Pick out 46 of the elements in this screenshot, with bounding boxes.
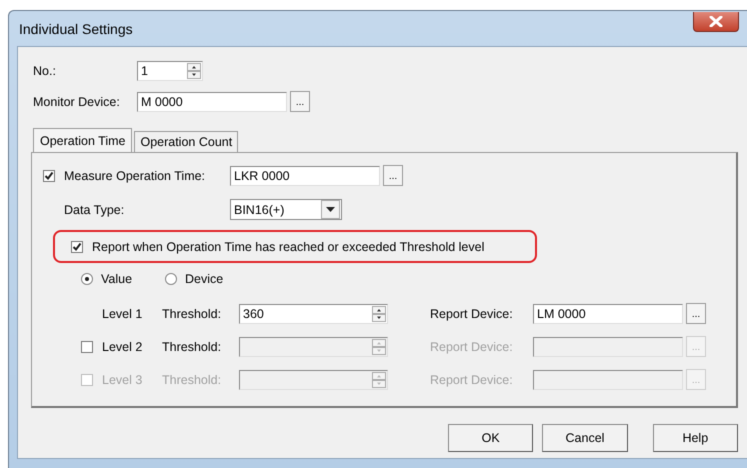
threshold-label: Threshold: [162, 306, 222, 320]
report-device-field[interactable]: LM 0000 [533, 304, 683, 324]
browse-button[interactable]: ... [290, 91, 310, 112]
threshold-label: Threshold: [162, 372, 222, 386]
threshold-spinbox[interactable] [239, 370, 388, 390]
checkbox[interactable] [81, 340, 93, 352]
tab[interactable]: Operation Count [134, 131, 238, 152]
monitor-device-field[interactable]: M 0000 [137, 92, 287, 112]
report-option-label: Report when Operation Time has reached or exceeded Threshold level [92, 240, 484, 254]
browse-button[interactable]: ... [383, 165, 403, 186]
number-label: No.: [33, 64, 57, 78]
radio-button[interactable] [81, 273, 93, 285]
measure-operation-time-field[interactable]: LKR 0000 [230, 166, 380, 186]
report-device-label: Report Device: [430, 340, 514, 354]
threshold-spinbox[interactable]: 360 [239, 304, 388, 324]
level-label: Level 2 [102, 340, 144, 354]
radio-button[interactable] [165, 273, 177, 285]
checkbox[interactable] [71, 240, 83, 252]
dialog-button[interactable]: Help [652, 424, 738, 452]
close-icon [709, 16, 723, 26]
data-type-label: Data Type: [64, 202, 126, 216]
report-device-label: Report Device: [430, 372, 514, 386]
measure-operation-time-label: Measure Operation Time: [64, 168, 206, 182]
radio-label: Device [185, 272, 224, 286]
monitor-device-label: Monitor Device: [33, 94, 121, 108]
report-device-label: Report Device: [430, 306, 514, 320]
radio-label: Value [101, 272, 134, 286]
threshold-spinbox[interactable] [239, 336, 388, 356]
report-device-field[interactable] [533, 336, 683, 356]
checkbox[interactable] [81, 374, 93, 386]
report-device-field[interactable] [533, 370, 683, 390]
threshold-label: Threshold: [162, 340, 222, 354]
spin-buttons[interactable] [187, 63, 201, 79]
window-title: Individual Settings [18, 20, 133, 36]
checkbox[interactable] [43, 170, 55, 182]
dialog-button[interactable]: Cancel [542, 424, 628, 452]
number-spinbox[interactable]: 1 [137, 61, 203, 81]
close-button[interactable] [693, 12, 739, 32]
level-label: Level 1 [102, 306, 144, 320]
level-label: Level 3 [102, 372, 144, 386]
dropdown-arrow-icon [326, 207, 335, 212]
data-type-dropdown[interactable]: BIN16(+) [230, 199, 342, 220]
browse-button[interactable]: ... [686, 303, 706, 324]
dialog-button[interactable]: OK [448, 424, 534, 452]
spin-buttons[interactable] [372, 306, 386, 322]
tab[interactable]: Operation Time [33, 128, 132, 152]
